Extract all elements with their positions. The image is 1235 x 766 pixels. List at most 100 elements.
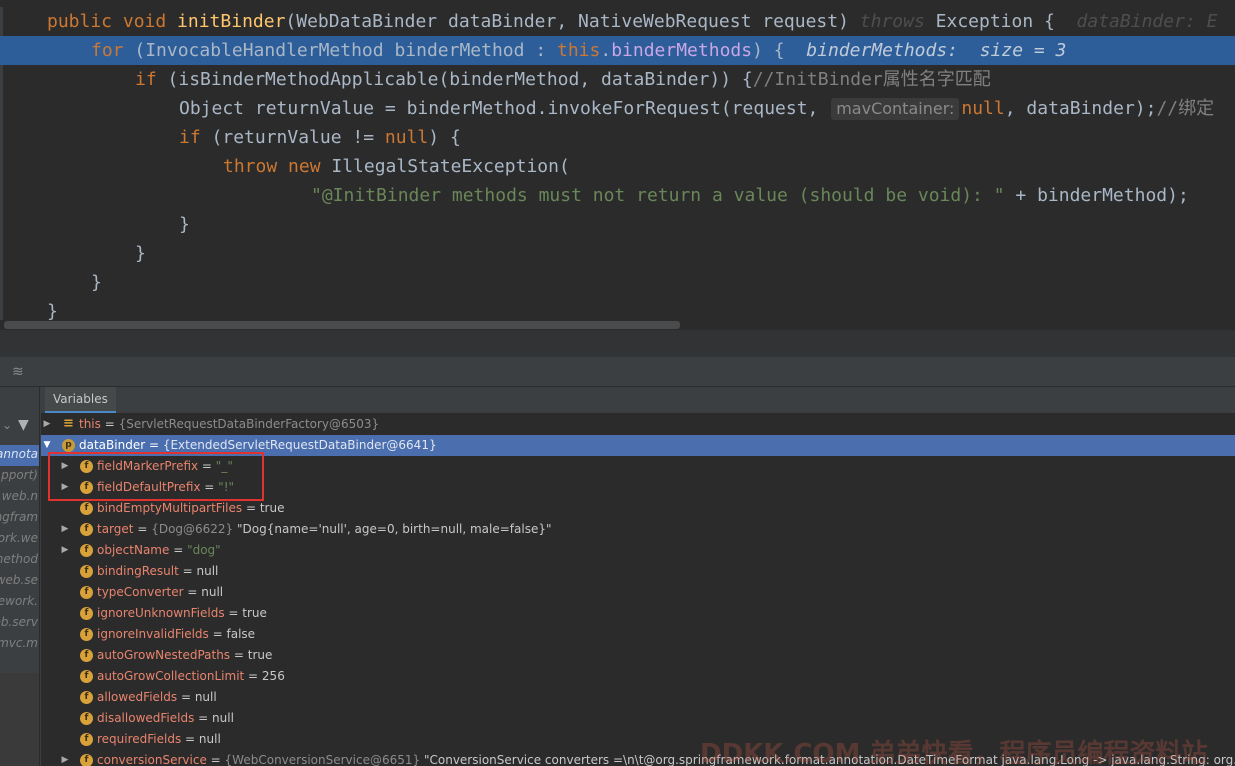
variable-row-ignoreinvalidfields[interactable]: f ignoreInvalidFields = false [41, 624, 1235, 645]
variable-row-autogrownestedpaths[interactable]: f autoGrowNestedPaths = true [41, 645, 1235, 666]
code-token: for [91, 40, 124, 61]
code-token: if [179, 127, 201, 148]
expand-arrow-icon[interactable]: ▶ [59, 477, 71, 498]
code-line[interactable]: throw new IllegalStateException( [0, 152, 1235, 181]
parameter-icon: p [62, 439, 75, 452]
field-icon: f [80, 733, 93, 746]
frame-item[interactable]: ngfram [0, 508, 39, 529]
field-icon: f [80, 565, 93, 578]
chevron-down-icon[interactable]: ⌄ [2, 418, 12, 432]
variable-row-databinder[interactable]: ▼ p dataBinder = {ExtendedServletRequest… [41, 435, 1235, 456]
frame-item[interactable]: pport) [0, 466, 39, 487]
code-line[interactable]: "@InitBinder methods must not return a v… [0, 181, 1235, 210]
code-line[interactable]: Object returnValue = binderMethod.invoke… [0, 94, 1235, 123]
inline-value-hint: binderMethods: size = 3 [806, 40, 1067, 61]
field-icon: f [80, 502, 93, 515]
field-icon: f [80, 544, 93, 557]
field-icon: f [80, 586, 93, 599]
frames-pane: ⌄ ▼ annota pport) k.web.n ngfram ork.we … [0, 387, 40, 766]
parameter-hint: mavContainer: [831, 98, 960, 120]
code-token: ) { [428, 127, 461, 148]
field-icon: f [80, 628, 93, 641]
variable-row-ignoreunknownfields[interactable]: f ignoreUnknownFields = true [41, 603, 1235, 624]
code-token: this [557, 40, 601, 61]
frame-item[interactable]: nethod [0, 550, 39, 571]
frame-item[interactable]: ework. [0, 592, 39, 613]
code-token: } [47, 301, 58, 322]
variable-row-allowedfields[interactable]: f allowedFields = null [41, 687, 1235, 708]
variable-row-objectname[interactable]: ▶ f objectName = "dog" [41, 540, 1235, 561]
code-token: null [384, 127, 429, 148]
variable-row-fieldmarkerprefix[interactable]: ▶ f fieldMarkerPrefix = "_" [41, 456, 1235, 477]
variable-row-this[interactable]: ▶ ≡ this = {ServletRequestDataBinderFact… [41, 414, 1235, 435]
variable-row-disallowedfields[interactable]: f disallowedFields = null [41, 708, 1235, 729]
code-line[interactable]: } [0, 239, 1235, 268]
code-token: initBinder [177, 11, 286, 32]
scrollbar-thumb[interactable] [4, 321, 680, 329]
code-token: null [961, 98, 1005, 119]
variable-row-bindemptymultipartfiles[interactable]: f bindEmptyMultipartFiles = true [41, 498, 1235, 519]
code-token: } [135, 243, 146, 264]
frame-item[interactable]: eb.serv [0, 613, 39, 634]
expand-arrow-icon[interactable]: ▶ [59, 750, 71, 766]
variable-row-fielddefaultprefix[interactable]: ▶ f fieldDefaultPrefix = "!" [41, 477, 1235, 498]
frame-item[interactable]: ork.we [0, 529, 39, 550]
variable-row-target[interactable]: ▶ f target = {Dog@6622} "Dog{name='null'… [41, 519, 1235, 540]
frames-toolbar: ⌄ ▼ [0, 415, 39, 441]
variable-row-bindingresult[interactable]: f bindingResult = null [41, 561, 1235, 582]
inline-value-hint: dataBinder: E [1076, 11, 1218, 32]
filter-icon[interactable]: ▼ [18, 417, 29, 433]
variable-row-autogrowcollectionlimit[interactable]: f autoGrowCollectionLimit = 256 [41, 666, 1235, 687]
code-token: (returnValue != [200, 127, 385, 148]
frame-item[interactable]: k.web.se [0, 571, 39, 592]
local-variable-icon: ≡ [63, 416, 74, 431]
expand-arrow-icon[interactable]: ▶ [41, 414, 53, 435]
collapse-arrow-icon[interactable]: ▼ [41, 435, 53, 456]
field-icon: f [80, 481, 93, 494]
code-token: , dataBinder); [1004, 98, 1157, 119]
code-line[interactable]: if (returnValue != null) { [0, 123, 1235, 152]
panel-splitter[interactable] [0, 330, 1235, 357]
current-execution-line[interactable]: for (InvocableHandlerMethod binderMethod… [0, 36, 1235, 65]
frame-item[interactable]: annota [0, 445, 39, 466]
field-icon: f [80, 691, 93, 704]
field-icon: f [80, 649, 93, 662]
field-icon: f [80, 754, 93, 766]
field-icon: f [80, 670, 93, 683]
code-line[interactable]: } [0, 210, 1235, 239]
code-string: "@InitBinder methods must not return a v… [311, 185, 1005, 206]
horizontal-scrollbar[interactable] [0, 320, 1235, 330]
tab-variables[interactable]: Variables [45, 387, 116, 413]
code-token: IllegalStateException( [331, 156, 570, 177]
variable-row-conversionservice[interactable]: ▶ f conversionService = {WebConversionSe… [41, 750, 1235, 766]
code-token: + binderMethod); [1004, 185, 1189, 206]
frame-item[interactable]: k.web.n [0, 487, 39, 508]
layout-settings-icon[interactable]: ≋ [12, 364, 24, 380]
code-line[interactable]: public void initBinder(WebDataBinder dat… [0, 7, 1235, 36]
code-token: throws [859, 11, 925, 32]
code-token: . [600, 40, 612, 61]
variable-row-requiredfields[interactable]: f requiredFields = null [41, 729, 1235, 750]
code-token: (isBinderMethodApplicable(binderMethod, … [156, 69, 753, 90]
code-token: (InvocableHandlerMethod binderMethod : [123, 40, 557, 61]
variables-tab-strip: Variables [41, 387, 1235, 413]
code-line[interactable]: } [0, 268, 1235, 297]
expand-arrow-icon[interactable]: ▶ [59, 519, 71, 540]
code-line[interactable]: if (isBinderMethodApplicable(binderMetho… [0, 65, 1235, 94]
variable-row-typeconverter[interactable]: f typeConverter = null [41, 582, 1235, 603]
code-editor[interactable]: public void initBinder(WebDataBinder dat… [0, 0, 1235, 330]
code-token: } [91, 272, 102, 293]
code-token: Object returnValue = binderMethod.invoke… [179, 98, 830, 119]
code-token: ) { [752, 40, 785, 61]
expand-arrow-icon[interactable]: ▶ [59, 456, 71, 477]
code-token: Exception { [924, 11, 1055, 32]
debug-toolbar: ≋ [0, 357, 1235, 387]
frame-item[interactable]: mvc.m [0, 634, 39, 655]
code-token: throw new [223, 156, 332, 177]
field-icon: f [80, 523, 93, 536]
expand-arrow-icon[interactable]: ▶ [59, 540, 71, 561]
field-icon: f [80, 712, 93, 725]
field-icon: f [80, 460, 93, 473]
code-token: (WebDataBinder dataBinder, NativeWebRequ… [285, 11, 860, 32]
code-comment: //InitBinder属性名字匹配 [752, 69, 991, 90]
